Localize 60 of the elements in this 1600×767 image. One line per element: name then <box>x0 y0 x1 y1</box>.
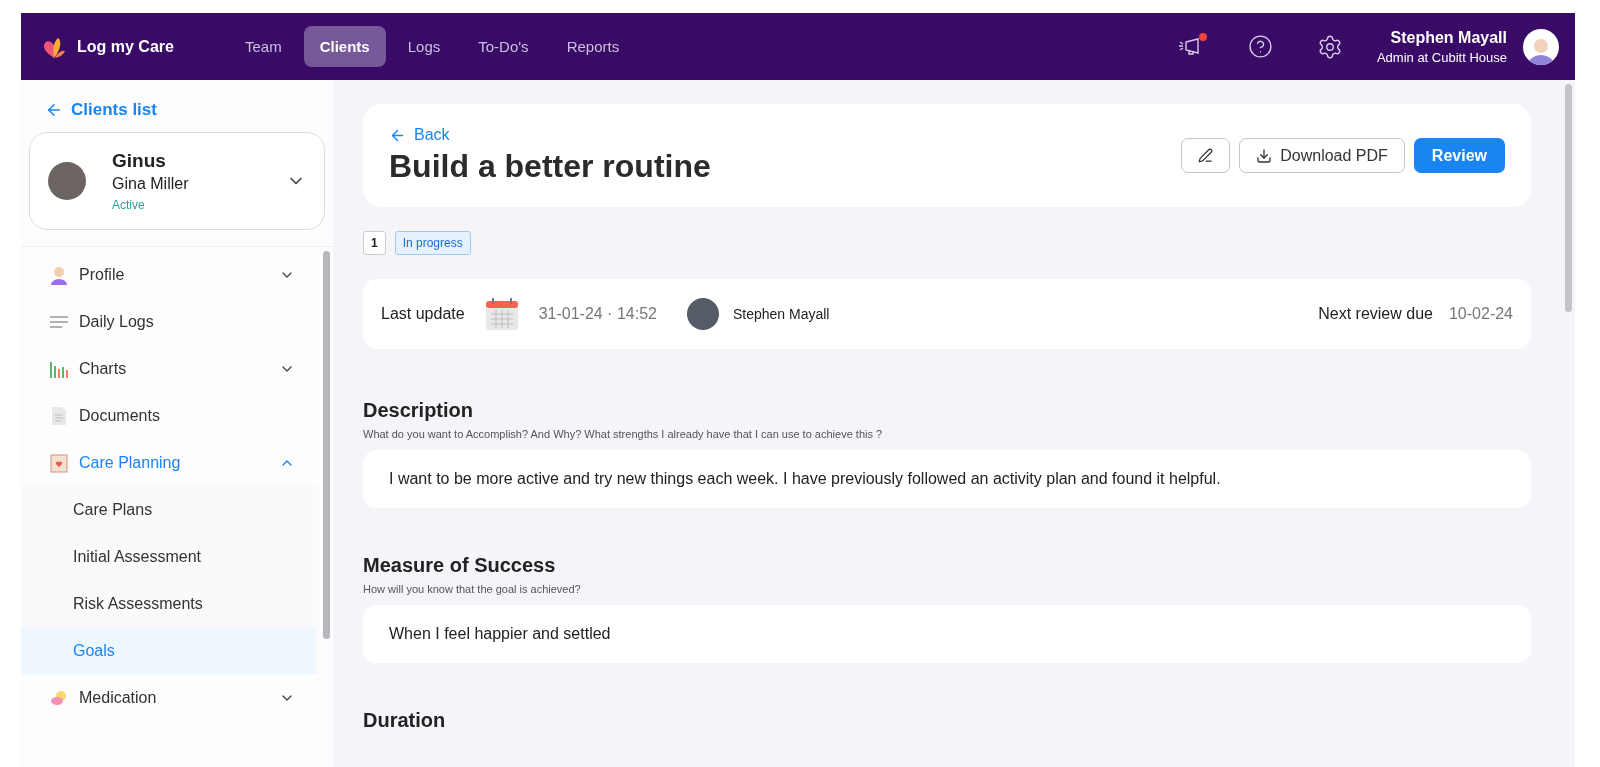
next-review-label: Next review due <box>1318 305 1433 323</box>
review-button[interactable]: Review <box>1413 138 1505 173</box>
submenu-item[interactable]: Goals <box>21 627 315 674</box>
edit-button[interactable] <box>1181 138 1231 173</box>
client-nickname: Ginus <box>112 150 167 172</box>
pen-icon <box>1198 148 1214 163</box>
nav-tab[interactable]: Team <box>229 26 298 67</box>
nav-tab[interactable]: To-Do's <box>462 26 545 67</box>
status-badge: In progress <box>394 231 471 255</box>
menu-item[interactable]: Charts <box>21 345 319 392</box>
update-datetime: 31-01-24 · 14:52 <box>538 305 657 323</box>
submenu-item[interactable]: Care Plans <box>21 486 315 533</box>
menu-item[interactable]: Care Planning <box>21 439 319 486</box>
client-name: Gina Miller <box>112 175 190 193</box>
nav-tab[interactable]: Logs <box>391 26 457 67</box>
menu-item[interactable]: Daily Logs <box>21 298 319 345</box>
client-status: Active <box>112 198 146 212</box>
submenu-item[interactable]: Initial Assessment <box>21 533 315 580</box>
download-icon <box>1256 147 1273 164</box>
document-icon <box>49 405 69 426</box>
menu-item[interactable]: Medication <box>21 674 319 721</box>
menu-label: Profile <box>79 265 126 284</box>
menu-label: Medication <box>79 688 158 707</box>
download-pdf-button[interactable]: Download PDF <box>1239 138 1405 173</box>
clients-list-link[interactable]: Clients list <box>45 100 157 120</box>
menu-label: Charts <box>79 359 128 378</box>
answer-text: When I feel happier and settled <box>363 605 1531 663</box>
avatar-silhouette[interactable] <box>1523 28 1559 65</box>
menu-label: Daily Logs <box>79 312 155 331</box>
back-link[interactable]: Back <box>389 126 450 144</box>
count-badge: 1 <box>363 231 386 255</box>
client-card[interactable]: Ginus Gina Miller Active <box>29 132 325 230</box>
section-hint: How will you know that the goal is achieved? <box>363 583 582 595</box>
brand-name: Log my Care <box>77 37 174 56</box>
section-heading: Measure of Success <box>363 554 557 577</box>
help-icon[interactable] <box>1247 34 1273 59</box>
answer-text: I want to be more active and try new things each week. I have previously followed an activity plan and found it helpful. <box>363 450 1531 508</box>
user-role: Admin at Cubitt House <box>1376 49 1507 65</box>
submenu-item[interactable]: Risk Assessments <box>21 580 315 627</box>
user-name: Stephen Mayall <box>1390 28 1507 47</box>
menu-label: Documents <box>79 406 161 425</box>
menu-label: Care Planning <box>79 453 182 472</box>
scrollbar-thumb[interactable] <box>322 251 330 639</box>
nav-tab[interactable]: Reports <box>550 26 636 67</box>
next-review-date: 10-02-24 <box>1448 305 1513 323</box>
last-update-label: Last update <box>381 305 465 323</box>
section-heading: Duration <box>363 709 447 732</box>
section-heading: Description <box>363 399 475 422</box>
menu-item[interactable]: Profile <box>21 251 319 298</box>
photo-placeholder <box>48 162 86 200</box>
scrollbar-thumb[interactable] <box>1564 84 1572 312</box>
menu-item[interactable]: Documents <box>21 392 319 439</box>
section-hint: What do you want to Accomplish? And Why? What strengths I already have that I can use to achieve this ? <box>363 428 884 440</box>
calendar-icon <box>484 297 519 331</box>
author-name: Stephen Mayall <box>732 306 831 322</box>
settings-icon[interactable] <box>1316 33 1343 60</box>
photo-placeholder <box>686 298 719 330</box>
person-icon <box>49 264 69 285</box>
goal-title: Build a better routine <box>389 148 712 185</box>
nav-tab[interactable]: Clients <box>303 26 386 67</box>
